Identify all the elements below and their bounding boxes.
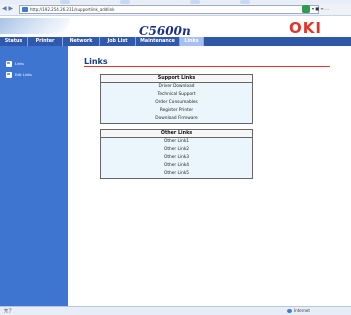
tab-status[interactable]: Status	[0, 37, 28, 46]
edit-link-icon	[6, 71, 12, 78]
support-link[interactable]: Technical Support	[101, 91, 252, 99]
internet-zone-icon	[287, 309, 292, 313]
sidebar-item-label: Edit Links	[15, 72, 32, 77]
link-icon	[6, 60, 12, 67]
tab-job-list[interactable]: Job List	[100, 37, 136, 46]
support-link[interactable]: Register Printer	[101, 107, 252, 115]
tab-maintenance[interactable]: Maintenance	[136, 37, 180, 46]
sidebar: Links Edit Links	[0, 46, 68, 306]
tab-network[interactable]: Network	[63, 37, 100, 46]
other-link[interactable]: Other Link2	[101, 146, 252, 154]
page-title: Links	[84, 57, 108, 66]
status-text: 完了	[4, 308, 12, 313]
other-link[interactable]: Other Link5	[101, 170, 252, 178]
other-links-header: Other Links	[101, 130, 252, 138]
printer-model: C5600n	[139, 24, 191, 38]
sidebar-item-label: Links	[15, 61, 24, 66]
other-link[interactable]: Other Link1	[101, 138, 252, 146]
tab-printer[interactable]: Printer	[28, 37, 63, 46]
brand-logo: OKI	[289, 19, 322, 37]
security-zone: Internet	[294, 308, 310, 313]
support-link[interactable]: Download Firmware	[101, 115, 252, 123]
sidebar-item-edit-links[interactable]: Edit Links	[6, 71, 32, 78]
favicon-icon	[22, 7, 28, 12]
url-text: http://192.254.26.211/supportlink_addlin…	[30, 7, 115, 12]
browser-tools[interactable]: ▾ ■ ≡ …	[312, 6, 329, 11]
title-divider	[84, 66, 330, 67]
sidebar-item-links[interactable]: Links	[6, 60, 24, 67]
other-link[interactable]: Other Link3	[101, 154, 252, 162]
address-bar: ◀ ▶ http://192.254.26.211/supportlink_ad…	[0, 4, 351, 16]
support-links-header: Support Links	[101, 75, 252, 83]
tab-links[interactable]: Links	[180, 37, 204, 46]
support-link[interactable]: Order Consumables	[101, 99, 252, 107]
support-link[interactable]: Driver Download	[101, 83, 252, 91]
support-links-panel: Support Links Driver Download Technical …	[100, 74, 253, 124]
other-link[interactable]: Other Link4	[101, 162, 252, 170]
back-forward-icon[interactable]: ◀ ▶	[2, 5, 13, 12]
other-links-panel: Other Links Other Link1 Other Link2 Othe…	[100, 129, 253, 179]
header-swoosh	[0, 18, 70, 34]
go-icon[interactable]	[302, 5, 310, 13]
url-field[interactable]: http://192.254.26.211/supportlink_addlin…	[19, 5, 319, 14]
